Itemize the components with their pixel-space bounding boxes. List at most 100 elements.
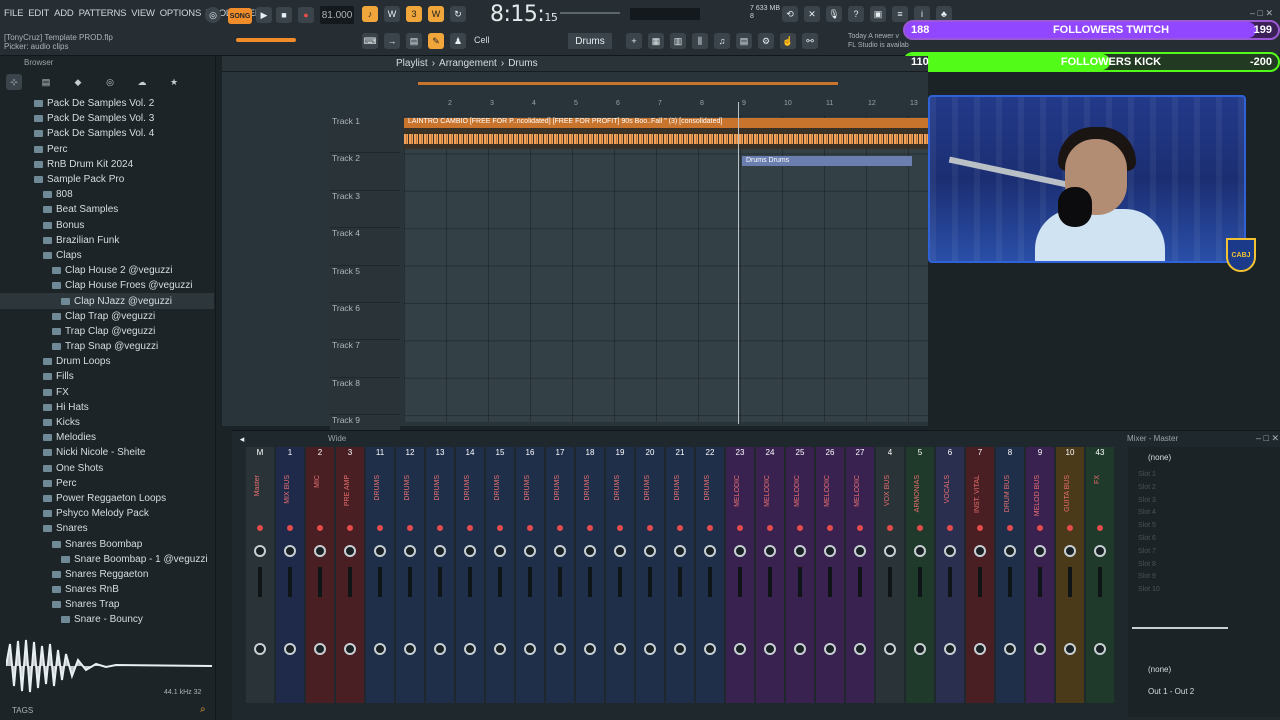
mute-toggle[interactable] <box>1037 525 1043 531</box>
menu-patterns[interactable]: PATTERNS <box>79 8 127 19</box>
song-position[interactable]: 8:15:15 <box>490 2 558 27</box>
mute-toggle[interactable] <box>437 525 443 531</box>
effect-slot[interactable]: Slot 9 <box>1128 571 1280 584</box>
mixer-track[interactable]: 3 PRE AMP <box>336 447 364 703</box>
channel-rack-icon[interactable]: ▥ <box>670 33 686 49</box>
mixer-track[interactable]: 21 DRUMS <box>666 447 694 703</box>
browser-item[interactable]: Melodies <box>0 430 214 445</box>
mute-toggle[interactable] <box>287 525 293 531</box>
track-header[interactable]: Track 8 <box>330 377 400 416</box>
browser-item[interactable]: Perc <box>0 142 214 157</box>
mute-toggle[interactable] <box>467 525 473 531</box>
mute-toggle[interactable] <box>617 525 623 531</box>
send-knob[interactable] <box>554 643 566 655</box>
main-pitch-slider[interactable] <box>236 38 296 42</box>
mute-toggle[interactable] <box>917 525 923 531</box>
mute-toggle[interactable] <box>1007 525 1013 531</box>
browser-item[interactable]: Snares Trap <box>0 597 214 612</box>
pan-knob[interactable] <box>704 545 716 557</box>
tempo-display[interactable]: 81.000 <box>320 6 354 24</box>
time-scrollbar[interactable] <box>418 82 838 85</box>
send-knob[interactable] <box>794 643 806 655</box>
browser-item[interactable]: Snares RnB <box>0 582 214 597</box>
mixer-track[interactable]: 17 DRUMS <box>546 447 574 703</box>
track-header[interactable]: Track 7 <box>330 340 400 378</box>
browser-item[interactable]: One Shots <box>0 461 214 476</box>
pattern-clip-track2[interactable]: Drums Drums <box>742 156 912 166</box>
volume-fader[interactable] <box>348 567 352 597</box>
metronome-icon[interactable]: ♪ <box>362 6 378 22</box>
mixer-track[interactable]: 20 DRUMS <box>636 447 664 703</box>
track-header[interactable]: Track 4 <box>330 228 400 266</box>
browser-item[interactable]: Snares Boombap <box>0 536 214 551</box>
mixer-track[interactable]: 11 DRUMS <box>366 447 394 703</box>
pan-knob[interactable] <box>1004 545 1016 557</box>
mute-toggle[interactable] <box>497 525 503 531</box>
browser-item[interactable]: Pack De Samples Vol. 2 <box>0 96 214 111</box>
effect-slot[interactable]: Slot 8 <box>1128 559 1280 572</box>
volume-fader[interactable] <box>378 567 382 597</box>
mute-toggle[interactable] <box>767 525 773 531</box>
mute-toggle[interactable] <box>677 525 683 531</box>
pan-knob[interactable] <box>554 545 566 557</box>
effect-slot[interactable]: Slot 4 <box>1128 507 1280 520</box>
save-icon[interactable]: ▣ <box>870 6 886 22</box>
volume-fader[interactable] <box>528 567 532 597</box>
send-knob[interactable] <box>764 643 776 655</box>
song-mode-toggle[interactable]: SONG <box>228 8 252 24</box>
browser-item[interactable]: Snares <box>0 521 214 536</box>
browser-icon[interactable]: ▤ <box>736 33 752 49</box>
browser-item[interactable]: Perc <box>0 476 214 491</box>
pan-knob[interactable] <box>1034 545 1046 557</box>
mic-icon[interactable]: 🎙 <box>826 6 842 22</box>
volume-fader[interactable] <box>588 567 592 597</box>
send-knob[interactable] <box>1004 643 1016 655</box>
browser-item[interactable]: Kicks <box>0 415 214 430</box>
volume-fader[interactable] <box>1038 567 1042 597</box>
mixer-track[interactable]: 16 DRUMS <box>516 447 544 703</box>
loop-record-icon[interactable]: ↻ <box>450 6 466 22</box>
send-knob[interactable] <box>524 643 536 655</box>
browser-item[interactable]: FX <box>0 385 214 400</box>
mixer-track[interactable]: 8 DRUM BUS <box>996 447 1024 703</box>
stamp-icon[interactable]: ♟ <box>450 33 466 49</box>
input-selector[interactable]: (none) <box>1148 453 1171 462</box>
volume-fader[interactable] <box>1098 567 1102 597</box>
playlist-icon[interactable]: ▦ <box>648 33 664 49</box>
menu-add[interactable]: ADD <box>54 8 74 19</box>
mute-toggle[interactable] <box>797 525 803 531</box>
send-knob[interactable] <box>374 643 386 655</box>
mixer-track[interactable]: 12 DRUMS <box>396 447 424 703</box>
browser-item[interactable]: Clap House Froes @veguzzi <box>0 278 214 293</box>
effect-slot[interactable]: Slot 7 <box>1128 546 1280 559</box>
piano-roll-icon[interactable]: ♫ <box>714 33 730 49</box>
mixer-track[interactable]: 15 DRUMS <box>486 447 514 703</box>
browser-item[interactable]: Drum Loops <box>0 354 214 369</box>
pan-knob[interactable] <box>464 545 476 557</box>
audio-clip-track1[interactable]: LAINTRO CAMBIO [FREE FOR P..ncolidated] … <box>404 118 928 149</box>
pan-knob[interactable] <box>944 545 956 557</box>
browser-projects-icon[interactable]: ◎ <box>102 74 118 90</box>
browser-item[interactable]: Trap Clap @veguzzi <box>0 324 214 339</box>
output-selector[interactable]: Out 1 - Out 2 <box>1148 687 1194 696</box>
snap-selector[interactable]: Cell <box>474 35 490 45</box>
pan-knob[interactable] <box>254 545 266 557</box>
send-knob[interactable] <box>824 643 836 655</box>
effect-slot[interactable]: Slot 5 <box>1128 520 1280 533</box>
mixer-track[interactable]: 18 DRUMS <box>576 447 604 703</box>
mixer-track[interactable]: 2 MIC <box>306 447 334 703</box>
mixer-track[interactable]: 26 MELODIC <box>816 447 844 703</box>
arrow-icon[interactable]: → <box>384 33 400 49</box>
volume-fader[interactable] <box>288 567 292 597</box>
mixer-track[interactable]: 14 DRUMS <box>456 447 484 703</box>
effect-slot[interactable]: Slot 2 <box>1128 482 1280 495</box>
mixer-track[interactable]: 10 GUITA BUS <box>1056 447 1084 703</box>
mute-toggle[interactable] <box>887 525 893 531</box>
pan-knob[interactable] <box>614 545 626 557</box>
step-edit-icon[interactable]: W <box>428 6 444 22</box>
pan-knob[interactable] <box>344 545 356 557</box>
window-controls-icon[interactable]: – □ ✕ <box>1250 8 1273 19</box>
effect-slot[interactable]: Slot 3 <box>1128 495 1280 508</box>
send-knob[interactable] <box>314 643 326 655</box>
pan-knob[interactable] <box>854 545 866 557</box>
